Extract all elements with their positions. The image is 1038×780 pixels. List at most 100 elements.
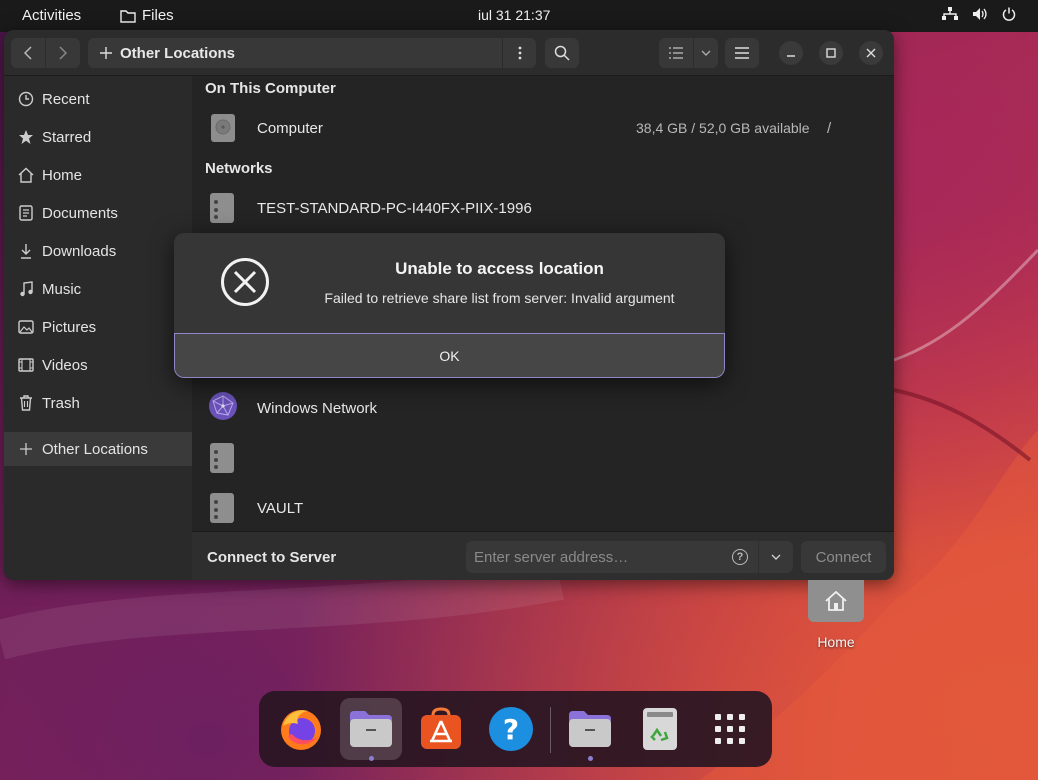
sidebar-item-label: Downloads: [42, 242, 117, 260]
sidebar-item-label: Home: [42, 166, 83, 184]
server-icon: [210, 493, 234, 523]
app-menu[interactable]: Files: [120, 7, 174, 24]
home-icon: [18, 167, 34, 183]
sidebar-item-documents[interactable]: Documents: [4, 196, 192, 230]
star-icon: [19, 130, 33, 144]
header-bar: Other Locations: [4, 30, 894, 76]
maximize-icon: [826, 48, 836, 58]
running-indicator: [369, 756, 374, 761]
sidebar-item-recent[interactable]: Recent: [4, 82, 192, 116]
server-icon: [210, 443, 234, 473]
dock-help[interactable]: ?: [480, 698, 542, 760]
trash-icon: [643, 708, 677, 750]
chevron-right-icon: [59, 46, 67, 60]
dock-trash[interactable]: [629, 698, 691, 760]
connect-button[interactable]: Connect: [801, 541, 886, 573]
sidebar-item-home[interactable]: Home: [4, 158, 192, 192]
location-row-unnamed-server[interactable]: [192, 438, 894, 478]
dock-separator: [550, 707, 551, 753]
minimize-button[interactable]: [779, 41, 803, 65]
chevron-down-icon: [771, 554, 781, 560]
help-icon[interactable]: ?: [732, 549, 748, 565]
location-label: TEST-STANDARD-PC-I440FX-PIIX-1996: [257, 199, 532, 217]
trash-icon: [20, 395, 32, 411]
sidebar: Recent Starred Home Documents Downloads …: [4, 76, 192, 580]
app-name: Files: [142, 7, 174, 24]
section-title-on-this-computer: On This Computer: [205, 80, 336, 97]
location-row-vault[interactable]: VAULT: [192, 488, 894, 528]
app-center-icon: [421, 707, 461, 749]
location-info: 38,4 GB / 52,0 GB available: [636, 120, 810, 136]
back-button[interactable]: [11, 38, 45, 68]
sidebar-item-label: Recent: [42, 90, 90, 108]
dialog-title: Unable to access location: [395, 259, 604, 278]
maximize-button[interactable]: [819, 41, 843, 65]
network-icon: [942, 7, 958, 20]
server-address-input[interactable]: [474, 541, 724, 573]
dock-firefox[interactable]: [270, 698, 332, 760]
sidebar-item-videos[interactable]: Videos: [4, 348, 192, 382]
sidebar-item-label: Other Locations: [42, 440, 148, 458]
connect-label: Connect to Server: [207, 549, 337, 566]
sidebar-item-other-locations[interactable]: Other Locations: [4, 432, 192, 466]
path-menu-button[interactable]: [502, 38, 536, 68]
location-row-windows-network[interactable]: Windows Network: [192, 388, 894, 428]
clock[interactable]: iul 31 21:37: [478, 7, 550, 23]
sidebar-item-label: Trash: [42, 394, 80, 412]
plus-icon: [20, 443, 32, 455]
sidebar-item-downloads[interactable]: Downloads: [4, 234, 192, 268]
volume-icon: [973, 8, 987, 20]
server-address-field[interactable]: ?: [466, 541, 758, 573]
plus-icon: [100, 47, 112, 59]
search-button[interactable]: [545, 38, 579, 68]
folder-icon: [120, 9, 136, 23]
sidebar-item-starred[interactable]: Starred: [4, 120, 192, 154]
sidebar-item-trash[interactable]: Trash: [4, 386, 192, 420]
list-view-button[interactable]: [659, 38, 693, 68]
dock-files-active[interactable]: [340, 698, 402, 760]
hamburger-icon: [735, 47, 749, 59]
dock-show-apps[interactable]: [699, 698, 761, 760]
clock-icon: [18, 91, 34, 107]
running-indicator: [588, 756, 593, 761]
search-icon: [554, 45, 570, 61]
server-icon: [210, 193, 234, 223]
hard-drive-icon: [211, 114, 235, 142]
sidebar-item-pictures[interactable]: Pictures: [4, 310, 192, 344]
ok-button[interactable]: OK: [174, 333, 725, 378]
activities-button[interactable]: Activities: [22, 7, 81, 24]
path-bar[interactable]: Other Locations: [88, 38, 536, 68]
dock: ?: [259, 691, 772, 767]
download-icon: [21, 244, 31, 259]
location-mount: /: [827, 119, 832, 137]
list-icon: [669, 47, 683, 59]
chevron-down-icon: [701, 50, 711, 56]
document-icon: [19, 205, 33, 221]
section-title-networks: Networks: [205, 160, 273, 177]
files-icon: [569, 711, 611, 747]
power-icon: [1002, 7, 1016, 21]
system-tray[interactable]: [942, 7, 1016, 21]
dock-app-center[interactable]: [410, 698, 472, 760]
close-button[interactable]: [859, 41, 883, 65]
show-apps-icon: [715, 714, 745, 744]
path-label: Other Locations: [120, 44, 236, 62]
dialog-message: Failed to retrieve share list from serve…: [324, 290, 675, 306]
desktop-home-icon[interactable]: Home: [808, 580, 864, 650]
main-menu-button[interactable]: [725, 38, 759, 68]
location-row-network[interactable]: TEST-STANDARD-PC-I440FX-PIIX-1996: [192, 188, 894, 228]
vertical-dots-icon: [518, 46, 521, 60]
close-icon: [866, 48, 876, 58]
sidebar-item-label: Music: [42, 280, 82, 298]
dock-files-running[interactable]: [559, 698, 621, 760]
view-options-button[interactable]: [694, 38, 718, 68]
location-row-computer[interactable]: Computer 38,4 GB / 52,0 GB available /: [192, 108, 894, 148]
svg-text:?: ?: [503, 713, 519, 746]
music-icon: [20, 281, 33, 297]
files-icon: [350, 711, 392, 747]
sidebar-item-music[interactable]: Music: [4, 272, 192, 306]
sidebar-item-label: Starred: [42, 128, 92, 146]
forward-button[interactable]: [46, 38, 80, 68]
help-icon: ?: [489, 707, 533, 751]
recent-servers-dropdown[interactable]: [759, 541, 793, 573]
